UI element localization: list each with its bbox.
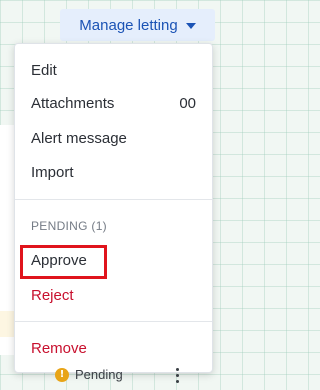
status-pending: Pending <box>75 367 123 382</box>
menu-item-attachments[interactable]: Attachments 00 <box>31 95 196 113</box>
background-strip <box>0 311 14 337</box>
menu-divider <box>15 321 212 322</box>
menu-item-import[interactable]: Import <box>31 164 196 182</box>
status-row: ! Pending <box>55 367 123 382</box>
manage-letting-button[interactable]: Manage letting <box>60 9 215 41</box>
more-options-icon[interactable] <box>174 368 180 388</box>
attachments-count: 00 <box>179 95 196 112</box>
menu-item-approve[interactable]: Approve <box>31 252 196 270</box>
manage-letting-menu: Edit Attachments 00 Alert message Import… <box>14 43 213 373</box>
menu-divider <box>15 199 212 200</box>
attachments-label: Attachments <box>31 95 115 112</box>
menu-item-remove[interactable]: Remove <box>31 340 196 358</box>
menu-item-edit[interactable]: Edit <box>31 62 196 80</box>
manage-letting-label: Manage letting <box>79 16 178 34</box>
pending-section-label: PENDING (1) <box>31 219 107 233</box>
menu-item-reject[interactable]: Reject <box>31 287 196 305</box>
warning-icon: ! <box>55 367 69 382</box>
caret-down-icon <box>185 23 196 29</box>
menu-item-alert-message[interactable]: Alert message <box>31 130 196 148</box>
